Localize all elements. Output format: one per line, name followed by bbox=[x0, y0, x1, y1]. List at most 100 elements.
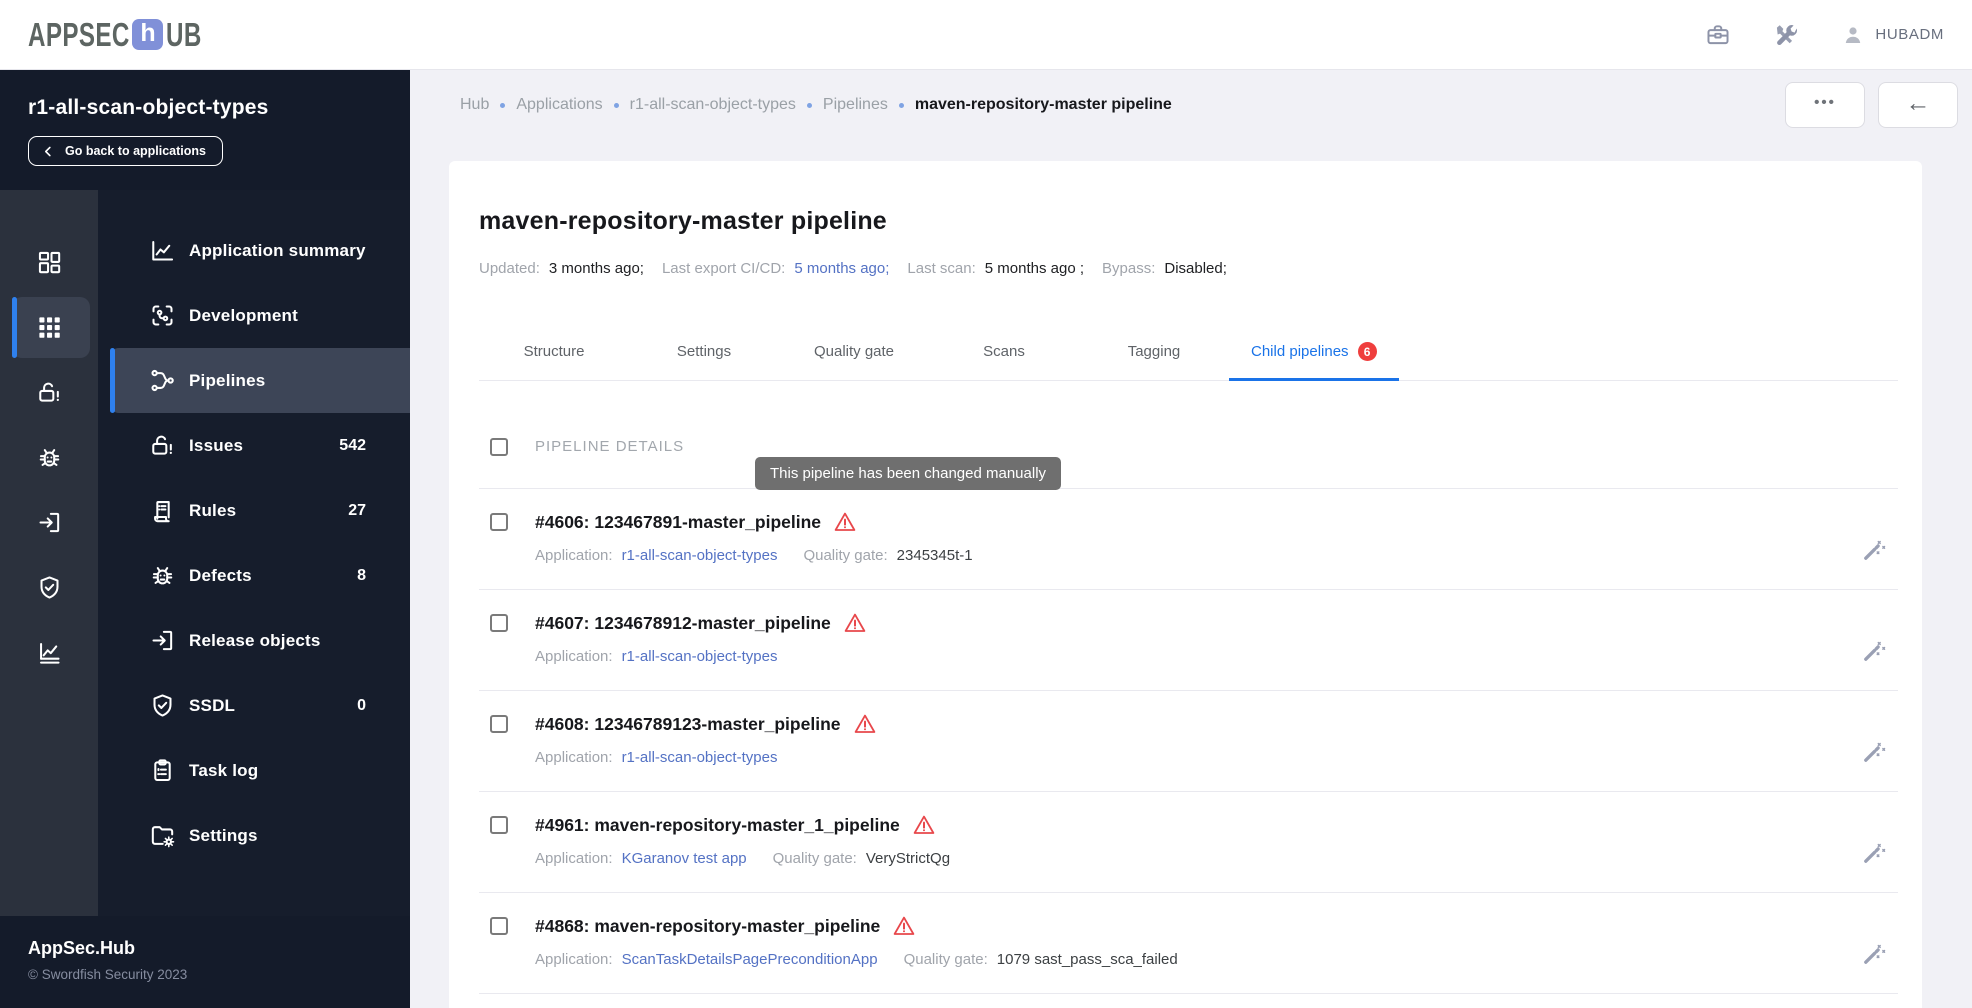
application-label: Application: bbox=[535, 951, 613, 968]
sidebar-footer: AppSec.Hub © Swordfish Security 2023 bbox=[0, 916, 410, 1008]
meta-label: Updated: bbox=[479, 260, 540, 277]
tab-structure[interactable]: Structure bbox=[479, 327, 629, 381]
sidebar-item-release-objects[interactable]: Release objects bbox=[98, 608, 410, 673]
warning-triangle-icon bbox=[892, 914, 916, 938]
row-checkbox[interactable] bbox=[490, 816, 508, 834]
user-menu[interactable]: HUBADM bbox=[1841, 23, 1944, 47]
rail-item-apps-grid[interactable] bbox=[0, 295, 98, 360]
quality-gate-label: Quality gate: bbox=[803, 547, 888, 564]
back-arrow-button[interactable]: ← bbox=[1878, 82, 1958, 128]
tab-quality-gate[interactable]: Quality gate bbox=[779, 327, 929, 381]
application-link[interactable]: ScanTaskDetailsPagePreconditionApp bbox=[622, 951, 878, 968]
chevron-left-icon bbox=[42, 145, 55, 158]
sidebar-item-defects[interactable]: Defects 8 bbox=[98, 543, 410, 608]
line-chart-icon bbox=[148, 237, 176, 264]
sidebar-item-development[interactable]: Development bbox=[98, 283, 410, 348]
wand-icon[interactable] bbox=[1861, 714, 1886, 791]
application-name: r1-all-scan-object-types bbox=[28, 96, 269, 119]
tab-child-pipelines[interactable]: Child pipelines 6 bbox=[1229, 327, 1399, 381]
table-header-label: PIPELINE DETAILS bbox=[535, 438, 685, 455]
tab-scans[interactable]: Scans bbox=[929, 327, 1079, 381]
sidebar-item-task-log[interactable]: Task log bbox=[98, 738, 410, 803]
meta-label: Last scan: bbox=[907, 260, 976, 277]
wand-icon[interactable] bbox=[1861, 613, 1886, 690]
select-all-checkbox[interactable] bbox=[490, 437, 508, 456]
rail-item-dashboard[interactable] bbox=[0, 230, 98, 295]
dev-frame-icon bbox=[148, 302, 176, 329]
application-link[interactable]: r1-all-scan-object-types bbox=[622, 648, 778, 665]
logo-text-right: UB bbox=[166, 15, 203, 53]
go-back-to-applications-button[interactable]: Go back to applications bbox=[28, 136, 223, 166]
more-actions-button[interactable]: ••• bbox=[1785, 82, 1865, 128]
row-checkbox[interactable] bbox=[490, 715, 508, 733]
brand-title: AppSec.Hub bbox=[28, 938, 136, 958]
table-body: #4606: 123467891-master_pipeline Applica… bbox=[479, 489, 1898, 994]
sidebar-item-rules[interactable]: Rules 27 bbox=[98, 478, 410, 543]
application-label: Application: bbox=[535, 547, 613, 564]
table-row: #4607: 1234678912-master_pipeline Applic… bbox=[479, 590, 1898, 691]
rail-item-exit[interactable] bbox=[0, 490, 98, 555]
sidebar-item-issues[interactable]: Issues 542 bbox=[98, 413, 410, 478]
tab-settings[interactable]: Settings bbox=[629, 327, 779, 381]
application-link[interactable]: KGaranov test app bbox=[622, 850, 747, 867]
row-checkbox[interactable] bbox=[490, 513, 508, 531]
sidebar-item-label: Application summary bbox=[189, 240, 366, 260]
row-checkbox[interactable] bbox=[490, 614, 508, 632]
wand-icon[interactable] bbox=[1861, 815, 1886, 892]
sidebar-header: r1-all-scan-object-types Go back to appl… bbox=[0, 70, 410, 190]
breadcrumb-item[interactable]: r1-all-scan-object-types bbox=[630, 96, 796, 114]
tab-tagging[interactable]: Tagging bbox=[1079, 327, 1229, 381]
tab-label: Quality gate bbox=[813, 343, 895, 360]
wand-icon[interactable] bbox=[1861, 916, 1886, 993]
pipeline-title[interactable]: #4606: 123467891-master_pipeline bbox=[535, 512, 821, 533]
tab-label: Settings bbox=[676, 343, 732, 360]
wand-icon[interactable] bbox=[1861, 512, 1886, 589]
appsechub-logo[interactable]: APPSEC h UB bbox=[28, 15, 212, 53]
pipeline-title[interactable]: #4608: 12346789123-master_pipeline bbox=[535, 714, 841, 735]
user-name: HUBADM bbox=[1875, 26, 1944, 43]
menu-item-count: 8 bbox=[357, 566, 366, 584]
briefcase-icon[interactable] bbox=[1705, 22, 1731, 48]
application-link[interactable]: r1-all-scan-object-types bbox=[622, 749, 778, 766]
rail-item-unlock-alert[interactable] bbox=[0, 360, 98, 425]
tab-label: Child pipelines bbox=[1251, 343, 1349, 360]
rail-item-bug[interactable] bbox=[0, 425, 98, 490]
meta-value: 5 months ago ; bbox=[984, 260, 1085, 277]
sidebar-item-pipelines[interactable]: Pipelines bbox=[98, 348, 410, 413]
table-row: #4606: 123467891-master_pipeline Applica… bbox=[479, 489, 1898, 590]
sidebar-item-ssdl[interactable]: SSDL 0 bbox=[98, 673, 410, 738]
scroll-icon bbox=[148, 497, 176, 524]
breadcrumb-item[interactable]: Applications bbox=[516, 96, 602, 114]
application-link[interactable]: r1-all-scan-object-types bbox=[622, 547, 778, 564]
breadcrumb-item[interactable]: Hub bbox=[460, 96, 489, 114]
sidebar-item-application-summary[interactable]: Application summary bbox=[98, 218, 410, 283]
person-icon bbox=[1841, 23, 1865, 47]
unlock-alert-icon bbox=[36, 379, 63, 406]
tab-label: Scans bbox=[983, 343, 1025, 360]
tab-label: Structure bbox=[523, 343, 585, 360]
breadcrumb-item[interactable]: Pipelines bbox=[823, 96, 888, 114]
page-title: maven-repository-master pipeline bbox=[479, 207, 887, 235]
sidebar-item-label: Rules bbox=[189, 500, 237, 520]
breadcrumb-separator-dot bbox=[500, 102, 506, 108]
pipeline-title[interactable]: #4607: 1234678912-master_pipeline bbox=[535, 613, 831, 634]
shield-check-icon bbox=[148, 692, 176, 719]
breadcrumb-current: maven-repository-master pipeline bbox=[914, 96, 1172, 113]
quality-gate-label: Quality gate: bbox=[772, 850, 857, 867]
rail-item-shield-check[interactable] bbox=[0, 555, 98, 620]
copyright: © Swordfish Security 2023 bbox=[28, 967, 188, 982]
rail-item-chart[interactable] bbox=[0, 620, 98, 685]
pipeline-title[interactable]: #4868: maven-repository-master_pipeline bbox=[535, 916, 880, 937]
menu-item-count: 27 bbox=[348, 501, 366, 519]
sidebar-item-settings[interactable]: Settings bbox=[98, 803, 410, 868]
branch-icon bbox=[148, 367, 176, 394]
tools-icon[interactable] bbox=[1773, 22, 1799, 48]
pipeline-title[interactable]: #4961: maven-repository-master_1_pipelin… bbox=[535, 815, 900, 836]
meta-value[interactable]: 5 months ago; bbox=[794, 260, 889, 277]
row-checkbox[interactable] bbox=[490, 917, 508, 935]
table-row: #4608: 12346789123-master_pipeline Appli… bbox=[479, 691, 1898, 792]
quality-gate-label: Quality gate: bbox=[903, 951, 988, 968]
logo-text-left: APPSEC bbox=[28, 15, 130, 53]
meta-pair: Updated: 3 months ago; bbox=[479, 260, 644, 277]
sidebar-item-label: Task log bbox=[189, 760, 259, 780]
